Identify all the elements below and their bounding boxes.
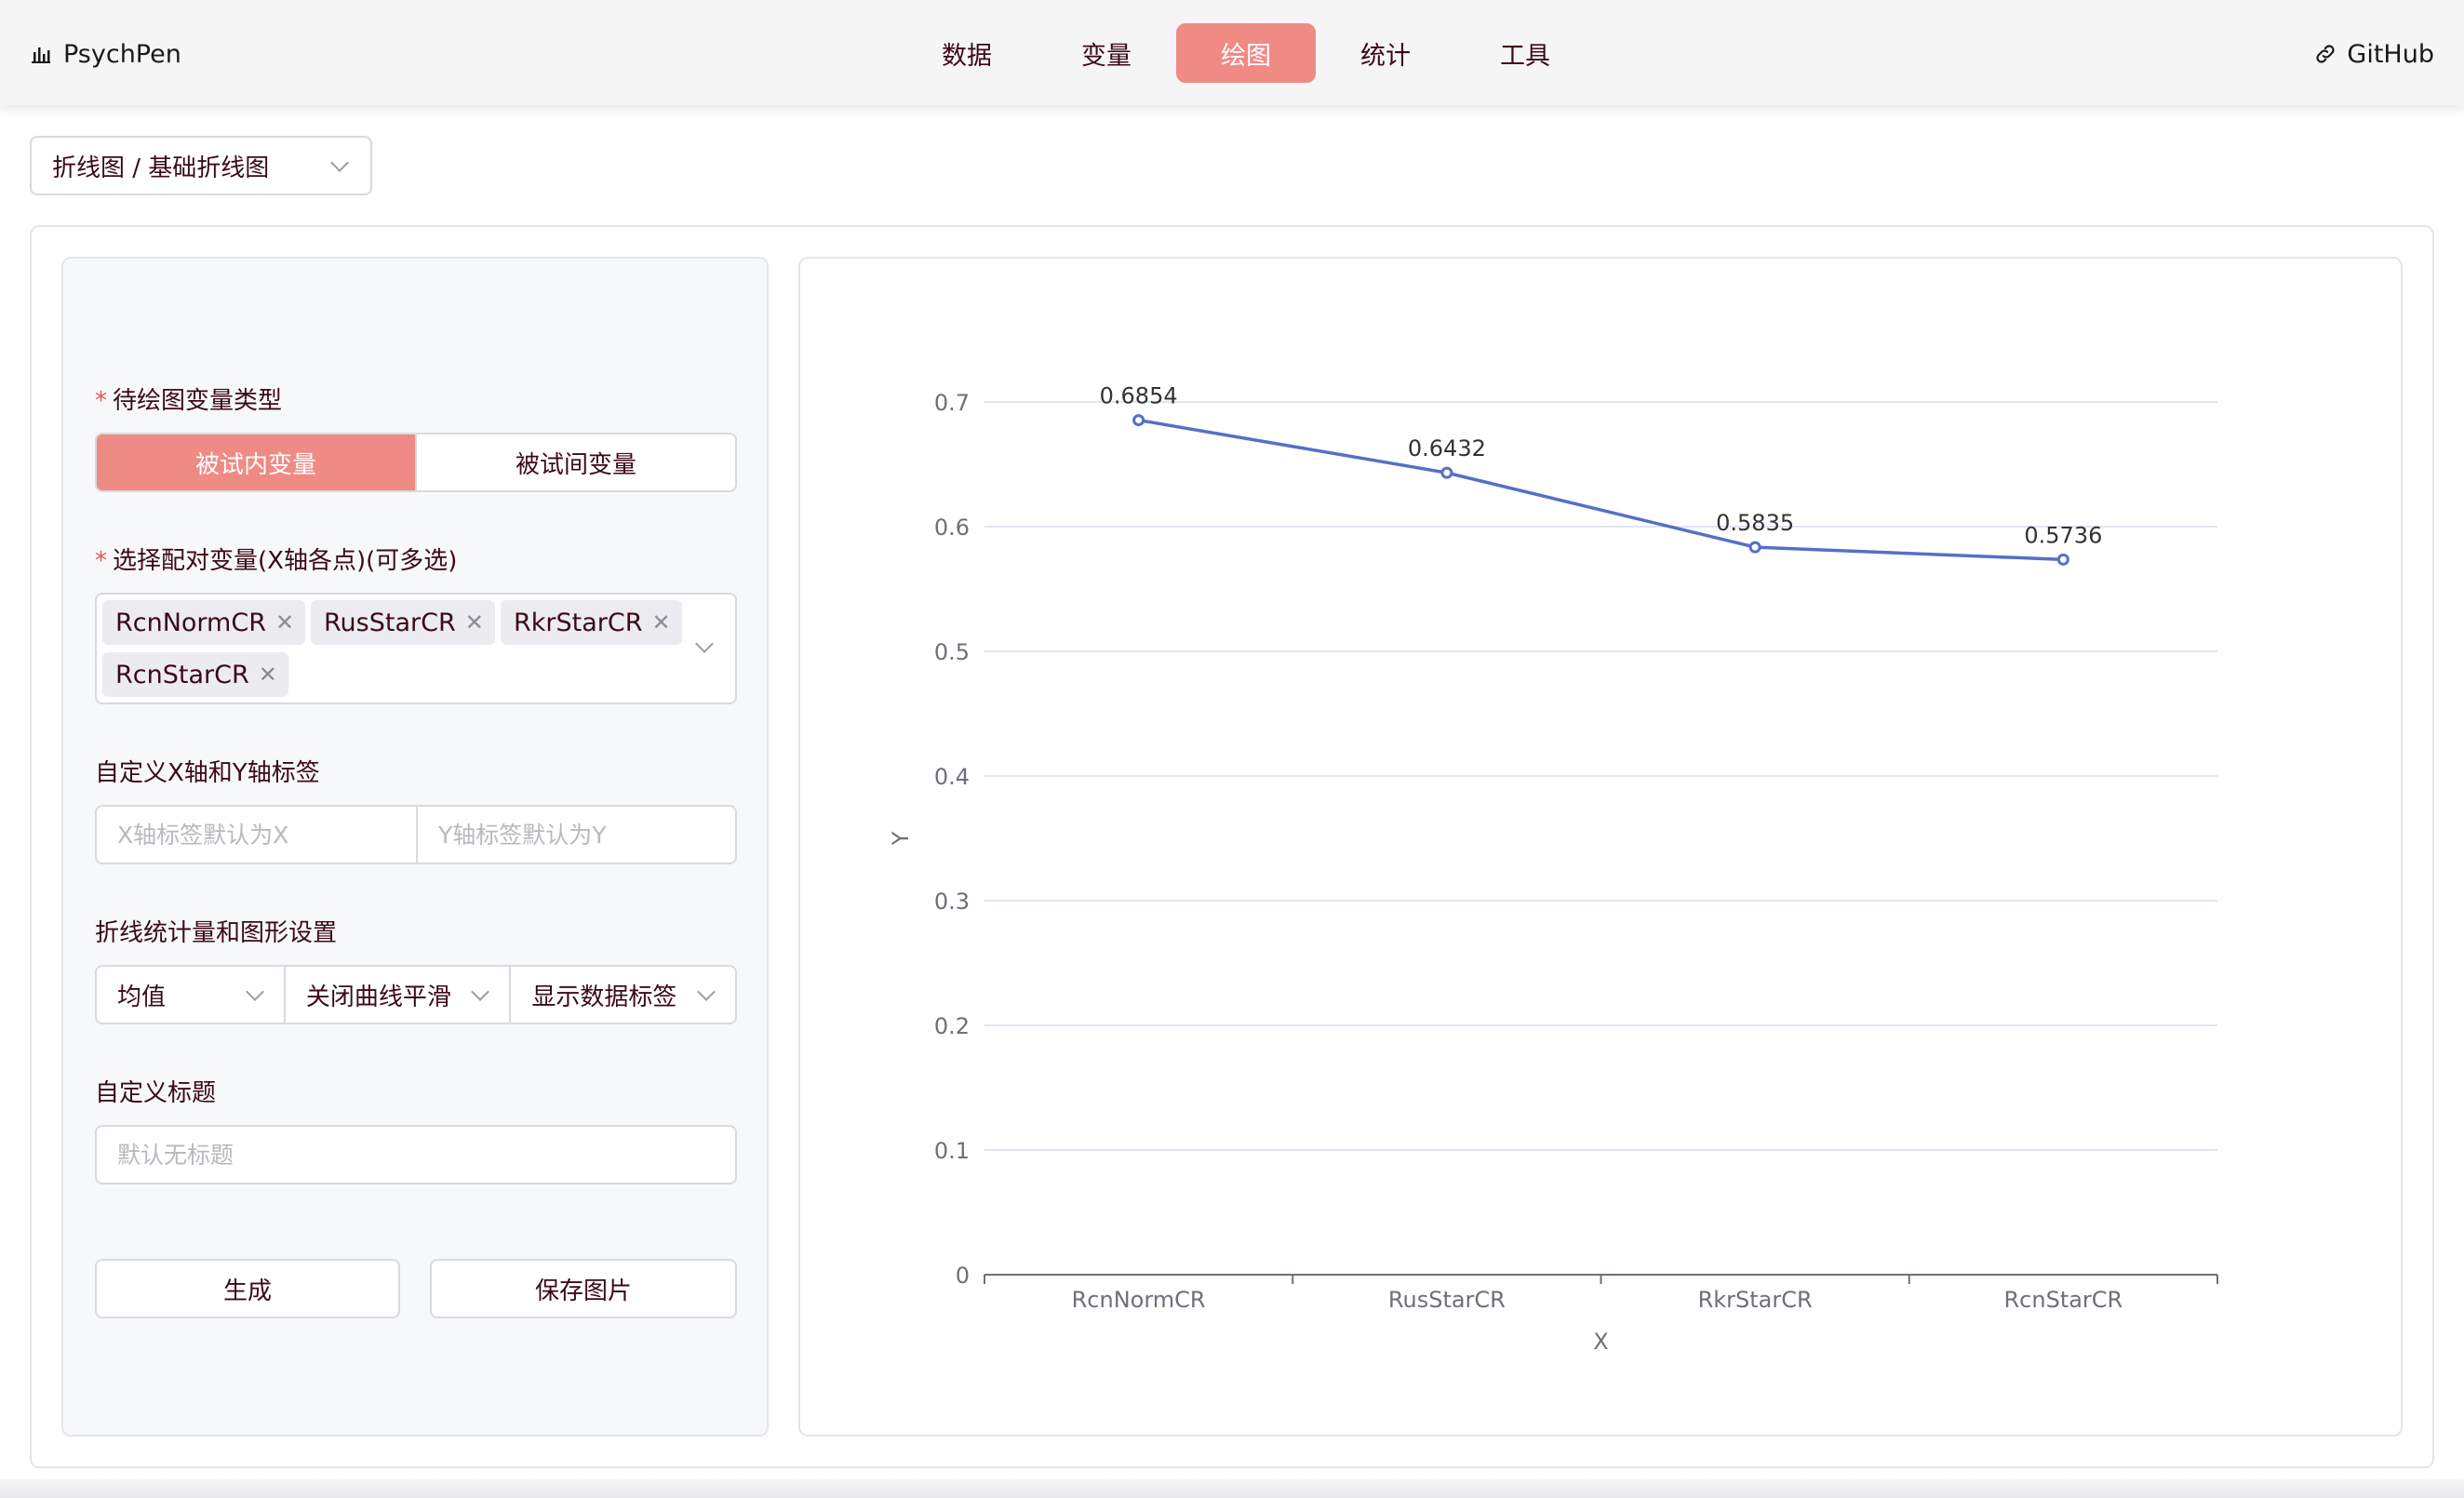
var-tag: RusStarCR ✕: [311, 600, 495, 645]
axis-labels-label: 自定义X轴和Y轴标签: [95, 759, 320, 787]
var-type-segmented: 被试内变量 被试间变量: [95, 433, 737, 492]
data-label: 0.5835: [1716, 510, 1794, 536]
y-tick-label: 0.2: [934, 1013, 970, 1039]
save-image-button[interactable]: 保存图片: [430, 1259, 737, 1318]
y-tick-label: 0.4: [934, 764, 970, 790]
between-subject-option[interactable]: 被试间变量: [415, 435, 735, 490]
y-tick-label: 0.7: [934, 390, 970, 416]
chart-type-select[interactable]: 折线图 / 基础折线图: [30, 136, 372, 195]
bar-chart-icon: [32, 47, 50, 63]
smoothing-select[interactable]: 关闭曲线平滑: [283, 967, 510, 1023]
chevron-down-icon: [697, 983, 716, 1001]
y-tick-label: 0: [956, 1263, 970, 1289]
line-settings: 均值 关闭曲线平滑 显示数据标签: [95, 965, 737, 1024]
var-tag: RcnStarCR ✕: [102, 652, 288, 697]
chevron-down-icon: [471, 983, 490, 1001]
data-point: [1132, 414, 1145, 427]
paired-vars-select[interactable]: RcnNormCR ✕ RusStarCR ✕ RkrStarCR ✕ RcnS…: [95, 593, 737, 704]
data-labels-select[interactable]: 显示数据标签: [509, 967, 735, 1023]
github-label: GitHub: [2347, 39, 2434, 69]
x-axis-title: X: [1593, 1329, 1608, 1355]
plot-settings-panel: * 待绘图变量类型 被试内变量 被试间变量 * 选择配对变量(X轴各点)(可多选) …: [61, 257, 769, 1437]
close-icon[interactable]: ✕: [651, 609, 670, 635]
x-tick-label: RcnStarCR: [2004, 1287, 2123, 1313]
chevron-down-icon: [695, 635, 714, 653]
paired-vars-label: * 选择配对变量(X轴各点)(可多选): [95, 547, 458, 575]
brand-name: PsychPen: [63, 39, 181, 69]
y-axis-title: Y: [888, 831, 914, 846]
axis-labels-inputs: [95, 805, 737, 864]
chevron-down-icon: [330, 154, 349, 172]
close-icon[interactable]: ✕: [465, 609, 484, 635]
page-bottom-edge: [0, 1479, 2464, 1498]
data-label: 0.5736: [2024, 522, 2102, 548]
x-tick-label: RcnNormCR: [1072, 1287, 1206, 1313]
y-label-input[interactable]: [416, 807, 735, 863]
nav-variables[interactable]: 变量: [1037, 23, 1176, 83]
title-input[interactable]: [97, 1127, 735, 1183]
title-input-wrapper: [95, 1125, 737, 1184]
x-tick-label: RusStarCR: [1388, 1287, 1506, 1313]
y-tick-label: 0.3: [934, 889, 970, 915]
x-label-input[interactable]: [97, 807, 416, 863]
close-icon[interactable]: ✕: [259, 662, 277, 688]
chevron-down-icon: [245, 983, 264, 1001]
within-subject-option[interactable]: 被试内变量: [97, 435, 415, 490]
data-point: [1748, 541, 1761, 554]
settings-label: 折线统计量和图形设置: [95, 919, 338, 947]
title-label: 自定义标题: [95, 1079, 217, 1107]
x-tick-label: RkrStarCR: [1698, 1287, 1813, 1313]
y-tick-label: 0.1: [934, 1138, 970, 1164]
data-label: 0.6854: [1100, 383, 1178, 409]
chart-type-value: 折线图 / 基础折线图: [52, 154, 270, 182]
data-point: [2056, 553, 2069, 566]
nav-tools[interactable]: 工具: [1455, 23, 1595, 83]
generate-button[interactable]: 生成: [95, 1259, 400, 1318]
y-tick-label: 0.6: [934, 515, 970, 541]
data-label: 0.6432: [1408, 435, 1486, 461]
var-type-label: * 待绘图变量类型: [95, 387, 283, 415]
close-icon[interactable]: ✕: [275, 609, 294, 635]
var-tag: RkrStarCR ✕: [501, 600, 682, 645]
statistic-select[interactable]: 均值: [97, 967, 284, 1023]
y-tick-label: 0.5: [934, 639, 970, 665]
data-point: [1440, 466, 1453, 479]
nav-data[interactable]: 数据: [897, 23, 1037, 83]
line-chart: 0 0.1 0.2 0.3 0.4 0.5 0.6 0.7 RcnNormCR RusStarCR…: [888, 383, 2218, 1355]
chart-panel: 0 0.1 0.2 0.3 0.4 0.5 0.6 0.7 RcnNormCR RusStarCR…: [798, 257, 2403, 1437]
var-tag: RcnNormCR ✕: [102, 600, 306, 645]
top-nav-bar: PsychPen 数据 变量 绘图 统计 工具 GitHub: [0, 0, 2464, 105]
nav-statistics[interactable]: 统计: [1316, 23, 1455, 83]
brand[interactable]: PsychPen: [30, 35, 181, 73]
series-line: [1138, 418, 2064, 562]
main-nav: 数据 变量 绘图 统计 工具: [897, 23, 1595, 83]
link-icon: [2316, 45, 2335, 63]
github-link[interactable]: GitHub: [2313, 35, 2434, 73]
nav-plot[interactable]: 绘图: [1176, 23, 1316, 83]
